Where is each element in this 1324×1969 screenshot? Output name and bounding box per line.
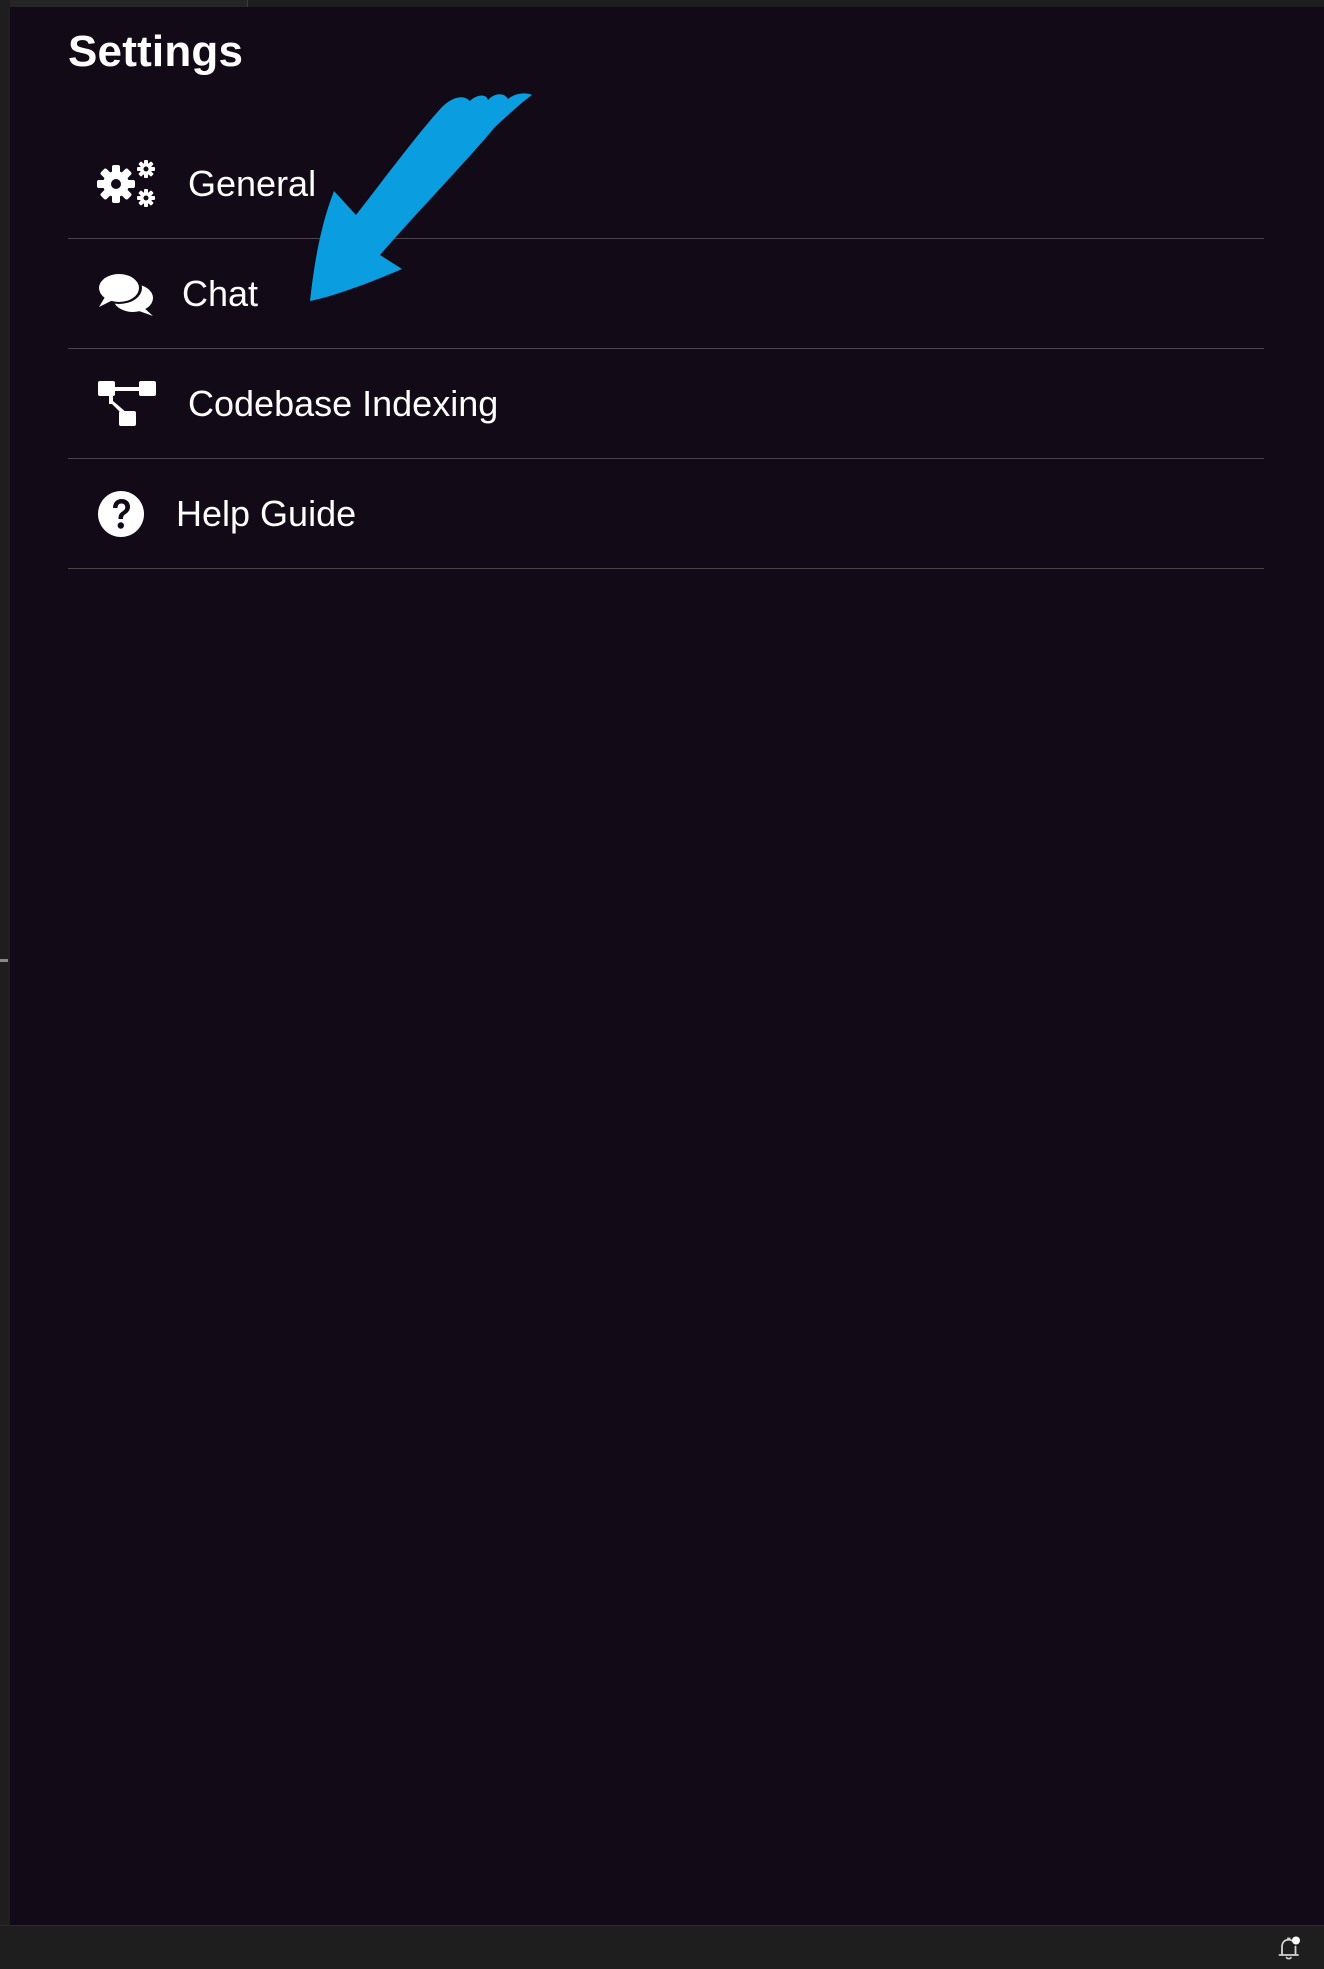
settings-item-chat[interactable]: Chat xyxy=(68,239,1264,349)
settings-panel: Settings General Chat Codebase Indexing … xyxy=(10,7,1324,1925)
settings-item-general[interactable]: General xyxy=(68,129,1264,239)
settings-item-chat-label: Chat xyxy=(182,272,259,314)
status-bar xyxy=(0,1925,1324,1969)
settings-item-codebase-indexing-label: Codebase Indexing xyxy=(188,382,499,424)
question-circle-icon xyxy=(98,490,144,537)
gears-icon xyxy=(97,159,155,207)
settings-item-help-guide-label: Help Guide xyxy=(176,492,357,534)
panel-resize-sash[interactable] xyxy=(0,959,8,962)
page-title: Settings xyxy=(68,27,244,76)
settings-item-help-guide[interactable]: Help Guide xyxy=(68,459,1264,569)
settings-menu: General Chat Codebase Indexing Help Guid… xyxy=(68,129,1264,569)
settings-item-codebase-indexing[interactable]: Codebase Indexing xyxy=(68,349,1264,459)
bell-with-dot-icon[interactable] xyxy=(1276,1935,1302,1961)
chat-bubbles-icon xyxy=(97,271,153,316)
settings-item-general-label: General xyxy=(188,162,317,204)
editor-left-edge xyxy=(0,0,10,1925)
tree-structure-icon xyxy=(98,380,156,426)
editor-tab-edge[interactable] xyxy=(0,0,248,7)
editor-top-strip xyxy=(0,0,1324,7)
